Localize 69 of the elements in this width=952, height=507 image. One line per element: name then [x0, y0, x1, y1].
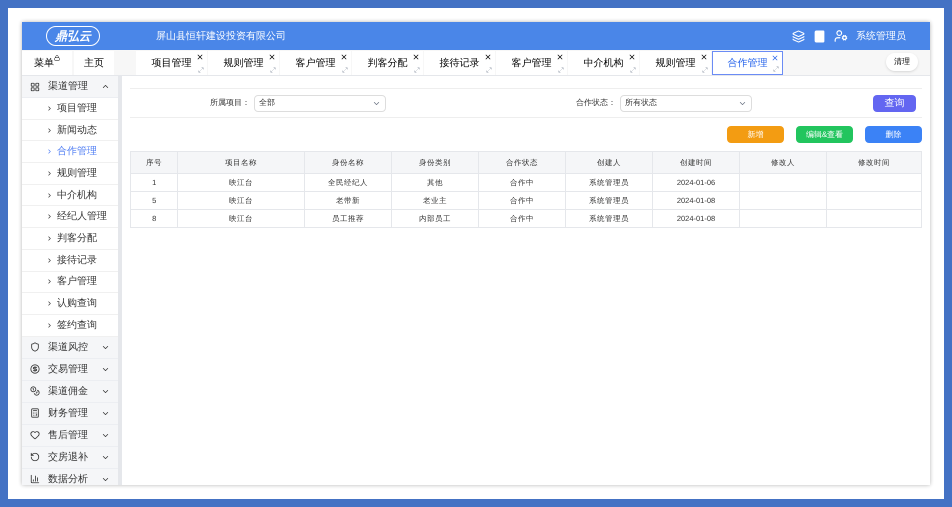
- tab[interactable]: 规则管理: [208, 51, 279, 75]
- chevron-right-icon: [46, 256, 53, 264]
- tab[interactable]: 合作管理: [712, 51, 783, 75]
- sidebar-item[interactable]: 新闻动态: [22, 120, 118, 142]
- grid-icon: [30, 82, 40, 92]
- filter-label: 所属项目：: [210, 97, 250, 109]
- sidebar-group[interactable]: 财务管理: [22, 402, 118, 425]
- logo: 鼎弘云: [46, 26, 100, 46]
- chevron-right-icon: [46, 300, 53, 308]
- sidebar-group[interactable]: 渠道佣金: [22, 380, 118, 403]
- user-icon[interactable]: [834, 29, 848, 43]
- sidebar-group[interactable]: 交房退补: [22, 446, 118, 469]
- tab[interactable]: 项目管理: [136, 51, 207, 75]
- sidebar-item[interactable]: 合作管理: [22, 141, 118, 164]
- sidebar-item[interactable]: 客户管理: [22, 272, 118, 294]
- chart-icon: [30, 474, 40, 484]
- close-icon[interactable]: [556, 53, 564, 61]
- shield-icon: [30, 342, 40, 352]
- calculator-icon: [30, 408, 40, 418]
- chevron-right-icon: [46, 170, 53, 177]
- sidebar-group[interactable]: 交易管理: [22, 358, 118, 381]
- filter-select[interactable]: 所有状态: [620, 94, 752, 112]
- sidebar-item[interactable]: 中介机构: [22, 184, 118, 206]
- tab[interactable]: 中介机构: [568, 51, 639, 75]
- close-icon[interactable]: [340, 53, 348, 61]
- menu-toggle[interactable]: 菜单: [22, 51, 72, 75]
- chevron-right-icon: [46, 322, 53, 329]
- close-icon[interactable]: [196, 53, 204, 61]
- sidebar-item[interactable]: 接待记录: [22, 250, 118, 272]
- layers-icon[interactable]: [792, 30, 805, 42]
- sidebar-item[interactable]: 经纪人管理: [22, 206, 118, 228]
- home-tab[interactable]: 主页: [74, 51, 114, 75]
- rotate-icon: [30, 452, 40, 462]
- tab[interactable]: 接待记录: [424, 51, 495, 75]
- chevron-right-icon: [46, 213, 53, 220]
- company-name: 屏山县恒轩建设投资有限公司: [156, 30, 286, 44]
- sidebar-group[interactable]: 数据分析: [22, 468, 118, 485]
- heart-icon: [30, 430, 40, 440]
- chevron-right-icon: [46, 192, 53, 199]
- close-icon[interactable]: [268, 53, 276, 61]
- chevron-up-icon: [101, 82, 110, 91]
- tab[interactable]: 客户管理: [496, 51, 567, 75]
- close-icon[interactable]: [628, 53, 636, 61]
- sidebar-group[interactable]: 渠道风控: [22, 336, 118, 359]
- filter-label: 合作状态：: [576, 97, 616, 109]
- tab[interactable]: 客户管理: [280, 51, 351, 75]
- chevron-right-icon: [46, 104, 53, 112]
- close-icon[interactable]: [412, 53, 420, 61]
- filter-select[interactable]: 全部: [254, 94, 386, 112]
- chevron-right-icon: [46, 278, 53, 286]
- user-name[interactable]: 系统管理员: [856, 28, 906, 44]
- sidebar-item[interactable]: 项目管理: [22, 98, 118, 120]
- action-button[interactable]: 删除: [865, 126, 922, 143]
- sidebar-item[interactable]: 判客分配: [22, 228, 118, 250]
- coin-icon: [30, 364, 40, 374]
- sidebar-item[interactable]: 认购查询: [22, 293, 118, 315]
- close-icon[interactable]: [484, 53, 492, 61]
- chevron-right-icon: [46, 234, 53, 242]
- chevron-right-icon: [46, 126, 53, 134]
- lock-icon: [54, 55, 60, 61]
- sidebar-item[interactable]: 规则管理: [22, 163, 118, 185]
- query-button[interactable]: 查询: [873, 94, 916, 112]
- close-icon[interactable]: [700, 53, 708, 61]
- clear-button[interactable]: 清理: [886, 53, 918, 71]
- tab[interactable]: 判客分配: [352, 51, 423, 75]
- chevron-right-icon: [46, 148, 53, 156]
- tab[interactable]: 规则管理: [640, 51, 711, 75]
- sidebar-group[interactable]: 售后管理: [22, 424, 118, 447]
- sidebar-item[interactable]: 签约查询: [22, 314, 118, 337]
